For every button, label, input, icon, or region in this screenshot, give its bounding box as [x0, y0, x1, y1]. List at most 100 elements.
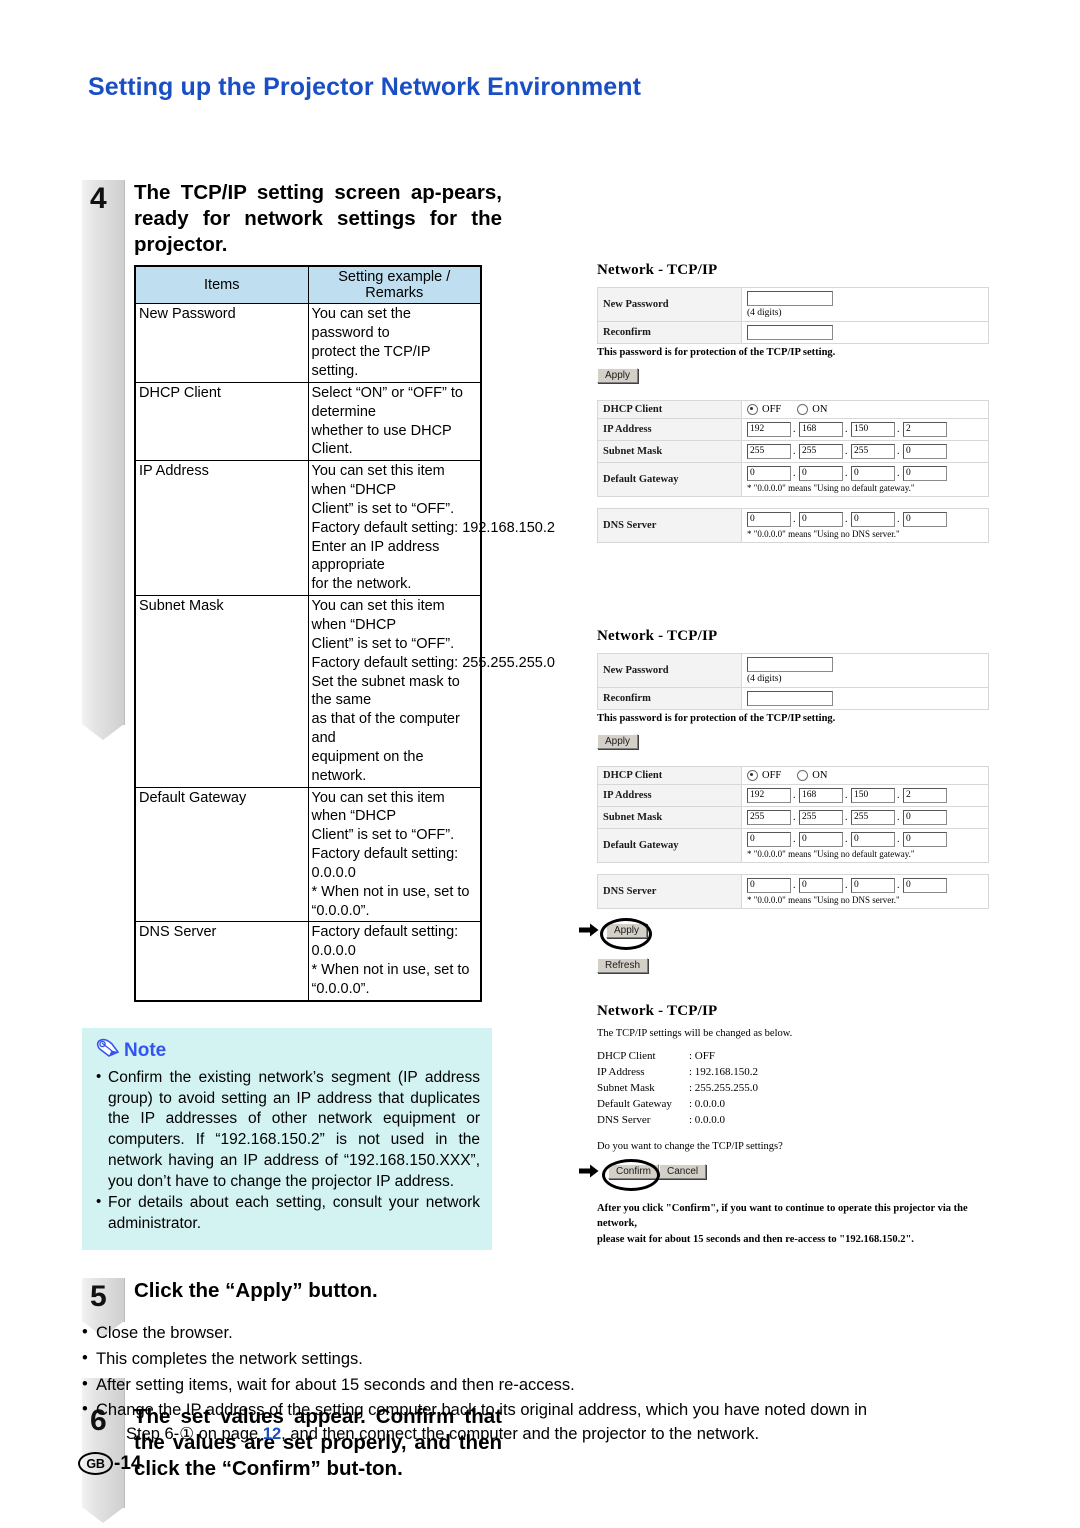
- screenshot-tcpip-password-2: Network - TCP/IP New Password (4 digits)…: [579, 628, 1017, 973]
- note-list: Confirm the existing network’s segment (…: [96, 1067, 480, 1235]
- dns-octet-4[interactable]: 0: [903, 878, 947, 893]
- gateway-octet-2[interactable]: 0: [799, 832, 843, 847]
- note-label: Note: [124, 1040, 167, 1062]
- step-4-tab-tip: [82, 724, 124, 740]
- subnet-octet-3[interactable]: 255: [851, 810, 895, 825]
- dns-octet-1[interactable]: 0: [747, 878, 791, 893]
- octet-dot: .: [845, 834, 848, 845]
- subnet-octet-2[interactable]: 255: [799, 810, 843, 825]
- apply-button[interactable]: Apply: [606, 923, 648, 938]
- dhcp-on-radio[interactable]: [797, 770, 809, 781]
- row-item-default-gateway: Default Gateway: [134, 786, 309, 923]
- form-row-ip-address: IP Address 192 . 168 . 150 . 2: [597, 784, 989, 807]
- dns-octet-3[interactable]: 0: [851, 878, 895, 893]
- closing-bullet: This completes the network settings.: [80, 1347, 1020, 1372]
- confirm-key: Subnet Mask: [597, 1081, 655, 1094]
- gateway-octet-2[interactable]: 0: [799, 466, 843, 481]
- ip-octet-3[interactable]: 150: [851, 788, 895, 803]
- note-title: Note: [96, 1038, 480, 1065]
- dns-hint: * "0.0.0.0" means "Using no DNS server.": [747, 529, 900, 539]
- subnet-octet-1[interactable]: 255: [747, 810, 791, 825]
- password-form-table: New Password (4 digits) Reconfirm: [597, 287, 989, 344]
- octet-dot: .: [793, 812, 796, 823]
- cancel-button[interactable]: Cancel: [659, 1163, 707, 1179]
- table-row: Default Gateway You can set this item wh…: [134, 786, 482, 923]
- page-reference-link[interactable]: 12: [263, 1425, 281, 1443]
- cell-ip-octets: 192 . 168 . 150 . 2: [741, 418, 989, 441]
- dns-octet-2[interactable]: 0: [799, 878, 843, 893]
- remark-line: * When not in use, set to “0.0.0.0”.: [311, 962, 470, 998]
- ip-address-octets: 192 . 168 . 150 . 2: [747, 422, 983, 437]
- form-row-dns-server: DNS Server 0 . 0 . 0 . 0 * "0.0.0.0" mea…: [597, 874, 989, 909]
- ip-octet-1[interactable]: 192: [747, 422, 791, 437]
- dns-settings-table-2: DNS Server 0 . 0 . 0 . 0 * "0.0.0.0" mea…: [597, 874, 989, 909]
- gateway-octet-1[interactable]: 0: [747, 466, 791, 481]
- remark-line: * When not in use, set to “0.0.0.0”.: [311, 883, 470, 919]
- gateway-octet-4[interactable]: 0: [903, 832, 947, 847]
- octet-dot: .: [845, 468, 848, 479]
- gateway-octet-3[interactable]: 0: [851, 832, 895, 847]
- ip-octet-2[interactable]: 168: [799, 788, 843, 803]
- ip-octet-3[interactable]: 150: [851, 422, 895, 437]
- remark-line: You can set this item when “DHCP: [311, 789, 445, 825]
- table-row: DHCP Client Select “ON” or “OFF” to dete…: [134, 381, 482, 462]
- confirm-key: DNS Server: [597, 1113, 651, 1126]
- refresh-button[interactable]: Refresh: [597, 958, 649, 973]
- confirm-val: : 0.0.0.0: [689, 1097, 726, 1110]
- locale-badge: GB: [78, 1452, 113, 1475]
- reconfirm-input[interactable]: [747, 691, 833, 706]
- ip-octet-2[interactable]: 168: [799, 422, 843, 437]
- cell-subnet-octets: 255 . 255 . 255 . 0: [741, 440, 989, 463]
- cell-new-password-input: (4 digits): [741, 653, 989, 688]
- dns-octet-3[interactable]: 0: [851, 512, 895, 527]
- apply-button[interactable]: Apply: [597, 368, 639, 383]
- octet-dot: .: [793, 790, 796, 801]
- step-5-number: 5: [90, 1279, 107, 1313]
- ip-octet-1[interactable]: 192: [747, 788, 791, 803]
- subnet-mask-octets: 255 . 255 . 255 . 0: [747, 810, 983, 825]
- subnet-octet-3[interactable]: 255: [851, 444, 895, 459]
- dhcp-on-radio[interactable]: [797, 404, 809, 415]
- page-number: -14: [114, 1452, 142, 1474]
- octet-dot: .: [897, 468, 900, 479]
- subnet-octet-1[interactable]: 255: [747, 444, 791, 459]
- dns-octet-4[interactable]: 0: [903, 512, 947, 527]
- row-remarks-dhcp-client: Select “ON” or “OFF” to determine whethe…: [307, 381, 482, 462]
- confirm-value-row: DNS Server: 0.0.0.0: [597, 1113, 1017, 1129]
- remark-line: Client” is set to “OFF”.: [311, 827, 455, 844]
- dns-hint: * "0.0.0.0" means "Using no DNS server.": [747, 895, 900, 905]
- octet-dot: .: [897, 446, 900, 457]
- new-password-input[interactable]: [747, 657, 833, 672]
- confirm-button[interactable]: Confirm: [608, 1163, 660, 1179]
- gateway-octet-4[interactable]: 0: [903, 466, 947, 481]
- gateway-octet-3[interactable]: 0: [851, 466, 895, 481]
- form-row-dhcp-client: DHCP Client OFF ON: [597, 766, 989, 785]
- apply-button[interactable]: Apply: [597, 734, 639, 749]
- dns-octet-2[interactable]: 0: [799, 512, 843, 527]
- ip-octet-4[interactable]: 2: [903, 422, 947, 437]
- row-remarks-default-gateway: You can set this item when “DHCP Client”…: [307, 786, 482, 923]
- subnet-octet-4[interactable]: 0: [903, 810, 947, 825]
- confirm-question: Do you want to change the TCP/IP setting…: [597, 1140, 783, 1152]
- dhcp-off-radio[interactable]: [747, 404, 758, 415]
- closing-bullet-ip-change: Change the IP address of the setting com…: [80, 1398, 1020, 1447]
- label-reconfirm: Reconfirm: [597, 687, 742, 710]
- password-protection-note: This password is for protection of the T…: [597, 347, 836, 358]
- dhcp-radio-group: OFF ON: [747, 404, 983, 415]
- new-password-input[interactable]: [747, 291, 833, 306]
- reconfirm-input[interactable]: [747, 325, 833, 340]
- gateway-octet-1[interactable]: 0: [747, 832, 791, 847]
- remark-line: protect the TCP/IP setting.: [311, 344, 431, 380]
- dhcp-off-label: OFF: [762, 404, 782, 415]
- dns-octet-1[interactable]: 0: [747, 512, 791, 527]
- ip-octet-4[interactable]: 2: [903, 788, 947, 803]
- subnet-octet-2[interactable]: 255: [799, 444, 843, 459]
- tcpip-settings-table: DHCP Client OFF ON IP Address 192 . 168 …: [597, 400, 989, 497]
- remark-line: for the network.: [311, 576, 412, 593]
- form-row-reconfirm: Reconfirm: [597, 687, 989, 710]
- dhcp-off-radio[interactable]: [747, 770, 758, 781]
- column-header-remarks: Setting example / Remarks: [307, 265, 482, 305]
- octet-dot: .: [793, 834, 796, 845]
- remark-line: You can set the password to: [311, 306, 411, 342]
- subnet-octet-4[interactable]: 0: [903, 444, 947, 459]
